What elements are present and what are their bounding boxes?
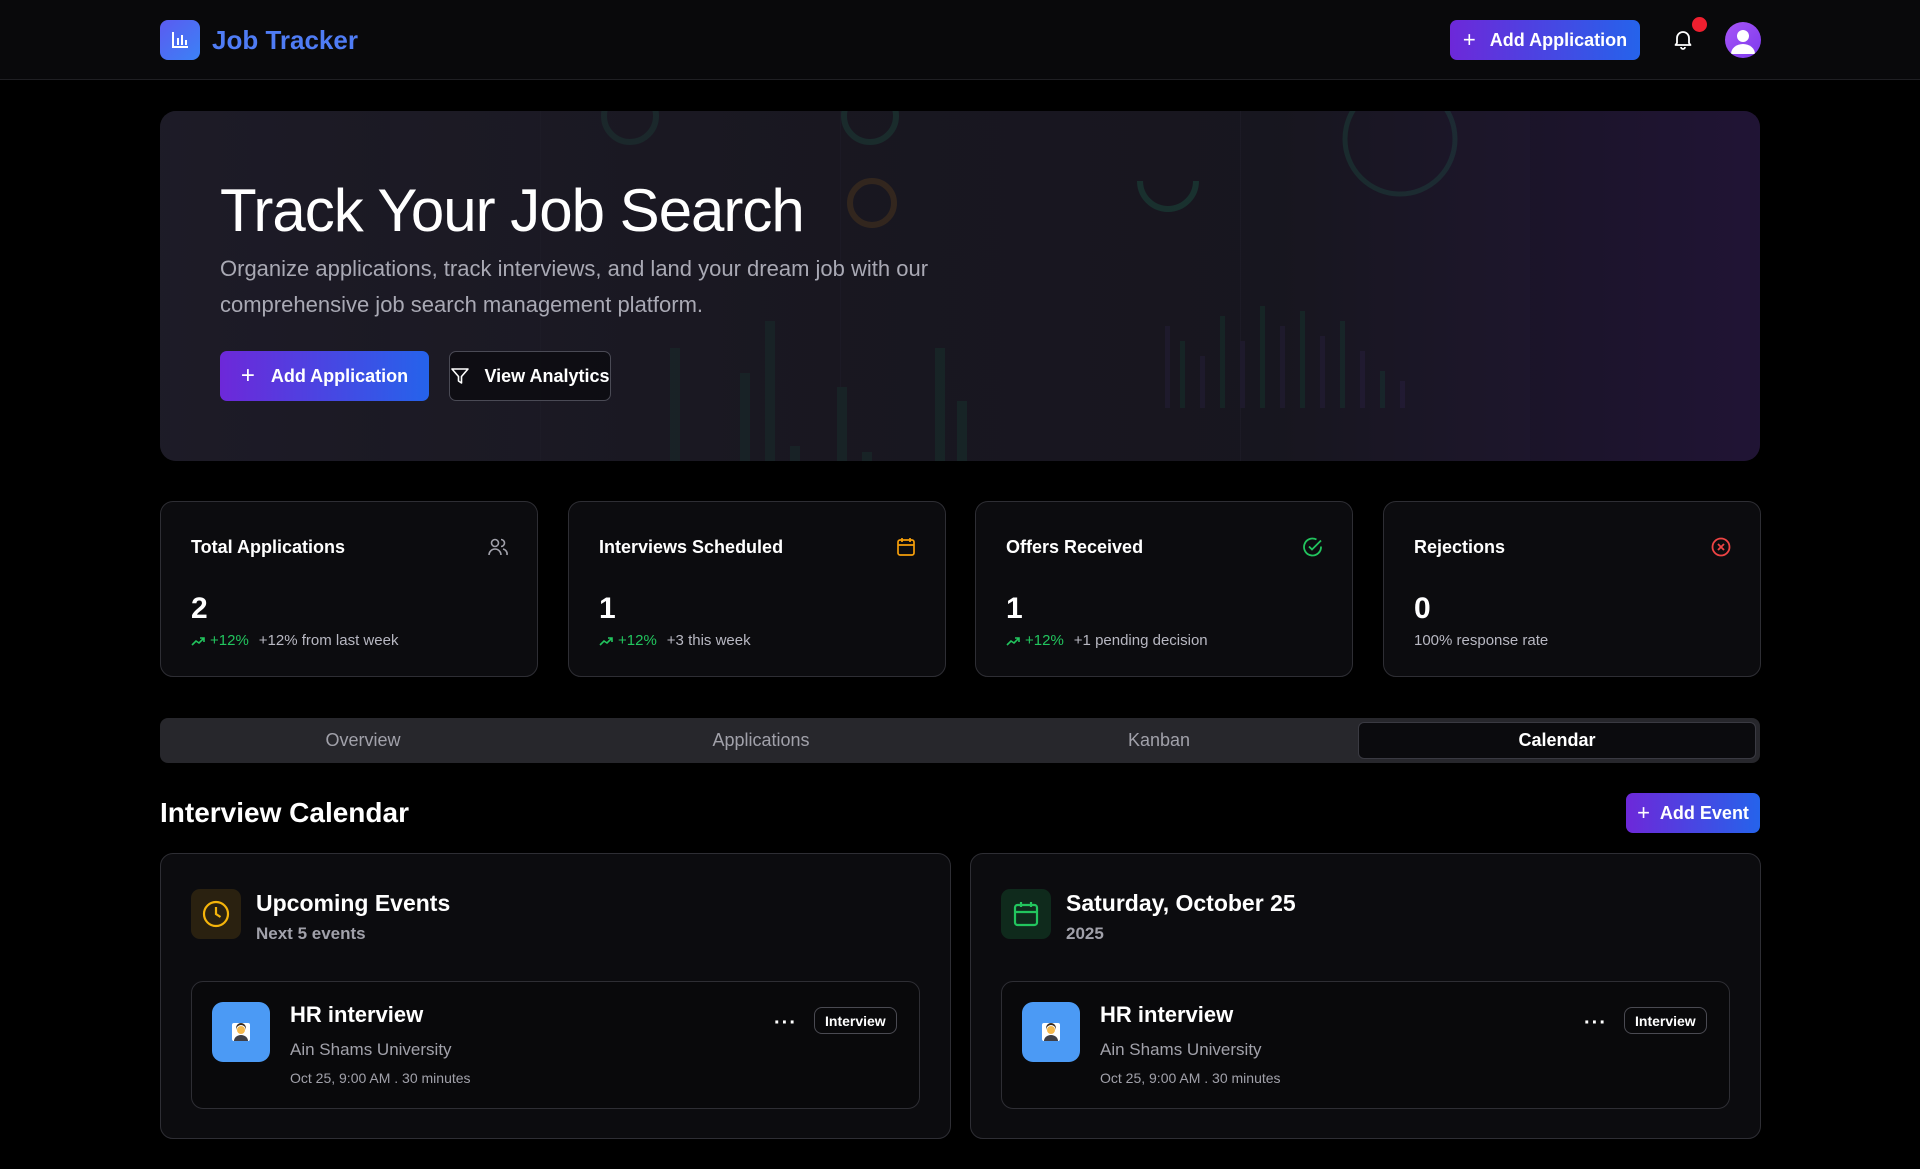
stat-value: 2	[191, 592, 208, 625]
user-icon	[1731, 30, 1755, 54]
trend-indicator: +12%	[599, 632, 657, 649]
trend-value: +12%	[618, 632, 657, 649]
trending-up-icon	[599, 636, 613, 646]
view-analytics-button[interactable]: View Analytics	[449, 351, 611, 401]
stat-note: +3 this week	[666, 632, 751, 649]
event-time: Oct 25, 9:00 AM . 30 minutes	[290, 1070, 471, 1086]
header-add-application-button[interactable]: + Add Application	[1450, 20, 1640, 60]
tab-kanban[interactable]: Kanban	[960, 722, 1358, 759]
plus-icon: +	[1637, 800, 1650, 825]
bar-chart-icon	[160, 20, 200, 60]
event-company: Ain Shams University	[1100, 1040, 1262, 1059]
trend-indicator: +12%	[191, 632, 249, 649]
clock-icon	[191, 889, 241, 939]
trend-indicator: +12%	[1006, 632, 1064, 649]
more-options-icon[interactable]: ···	[774, 1012, 797, 1035]
trending-up-icon	[191, 636, 205, 646]
add-event-button[interactable]: + Add Event	[1626, 793, 1760, 833]
stat-value: 0	[1414, 592, 1431, 625]
tab-calendar[interactable]: Calendar	[1358, 722, 1756, 759]
app-title: Job Tracker	[212, 24, 358, 55]
hero-title: Track Your Job Search	[220, 177, 805, 244]
event-card[interactable]: HR interview Ain Shams University Oct 25…	[1001, 981, 1730, 1109]
users-icon	[487, 536, 509, 558]
hero-add-application-button[interactable]: + Add Application	[220, 351, 429, 401]
plus-icon: +	[240, 362, 255, 389]
header-add-application-label: Add Application	[1489, 29, 1628, 50]
event-title: HR interview	[1100, 1002, 1234, 1027]
person-emoji-icon	[232, 1023, 250, 1041]
stat-footer: +12% +1 pending decision	[1006, 632, 1208, 649]
x-circle-icon	[1710, 536, 1732, 558]
stat-note: +12% from last week	[258, 632, 399, 649]
panel-title: Upcoming Events	[256, 890, 451, 916]
hero-banner: Track Your Job Search Organize applicati…	[160, 111, 1760, 461]
upcoming-events-panel: Upcoming Events Next 5 events HR intervi…	[160, 853, 951, 1139]
plus-icon: +	[1462, 27, 1476, 52]
hero-add-application-label: Add Application	[270, 365, 409, 386]
stat-footer: +12% +3 this week	[599, 632, 751, 649]
section-title: Interview Calendar	[160, 797, 409, 828]
stat-value: 1	[599, 592, 616, 625]
view-tabs: Overview Applications Kanban Calendar	[160, 718, 1760, 763]
stat-card-interviews-scheduled: Interviews Scheduled 1 +12% +3 this week	[568, 501, 946, 677]
selected-day-panel: Saturday, October 25 2025 HR interview A…	[970, 853, 1761, 1139]
user-avatar[interactable]	[1725, 22, 1761, 58]
tab-applications[interactable]: Applications	[562, 722, 960, 759]
stat-title: Interviews Scheduled	[599, 537, 784, 557]
stat-title: Total Applications	[191, 537, 346, 557]
event-card[interactable]: HR interview Ain Shams University Oct 25…	[191, 981, 920, 1109]
person-emoji-icon	[1042, 1023, 1060, 1041]
top-header: Job Tracker + Add Application	[0, 0, 1920, 80]
add-event-label: Add Event	[1659, 802, 1749, 823]
panel-subtitle: Next 5 events	[256, 924, 366, 943]
stat-title: Rejections	[1414, 537, 1506, 557]
stat-card-total-applications: Total Applications 2 +12% +12% from last…	[160, 501, 538, 677]
hero-subtitle: Organize applications, track interviews,…	[220, 256, 929, 317]
stat-card-rejections: Rejections 0 100% response rate	[1383, 501, 1761, 677]
event-avatar	[212, 1002, 270, 1062]
check-circle-icon	[1302, 536, 1324, 558]
event-title: HR interview	[290, 1002, 424, 1027]
stat-note: +1 pending decision	[1073, 632, 1208, 649]
event-time: Oct 25, 9:00 AM . 30 minutes	[1100, 1070, 1281, 1086]
trending-up-icon	[1006, 636, 1020, 646]
tab-overview[interactable]: Overview	[164, 722, 562, 759]
stat-title: Offers Received	[1006, 537, 1144, 557]
event-company: Ain Shams University	[290, 1040, 452, 1059]
event-type-badge: Interview	[1624, 1007, 1707, 1034]
stat-value: 1	[1006, 592, 1023, 625]
calendar-icon	[1001, 889, 1051, 939]
stat-footer: +12% +12% from last week	[191, 632, 398, 649]
panel-title: Saturday, October 25	[1066, 890, 1296, 916]
view-analytics-label: View Analytics	[484, 365, 610, 386]
stat-card-offers-received: Offers Received 1 +12% +1 pending decisi…	[975, 501, 1353, 677]
panel-subtitle: 2025	[1066, 924, 1104, 943]
calendar-icon	[895, 536, 917, 558]
stat-note: 100% response rate	[1414, 632, 1549, 649]
trend-value: +12%	[1025, 632, 1064, 649]
event-type-badge: Interview	[814, 1007, 897, 1034]
more-options-icon[interactable]: ···	[1584, 1012, 1607, 1035]
event-avatar	[1022, 1002, 1080, 1062]
trend-value: +12%	[210, 632, 249, 649]
app-logo[interactable]: Job Tracker	[160, 20, 358, 60]
bell-icon[interactable]	[1672, 28, 1694, 50]
notification-badge	[1692, 17, 1707, 32]
stat-footer: 100% response rate	[1414, 632, 1548, 649]
filter-icon	[451, 368, 470, 384]
